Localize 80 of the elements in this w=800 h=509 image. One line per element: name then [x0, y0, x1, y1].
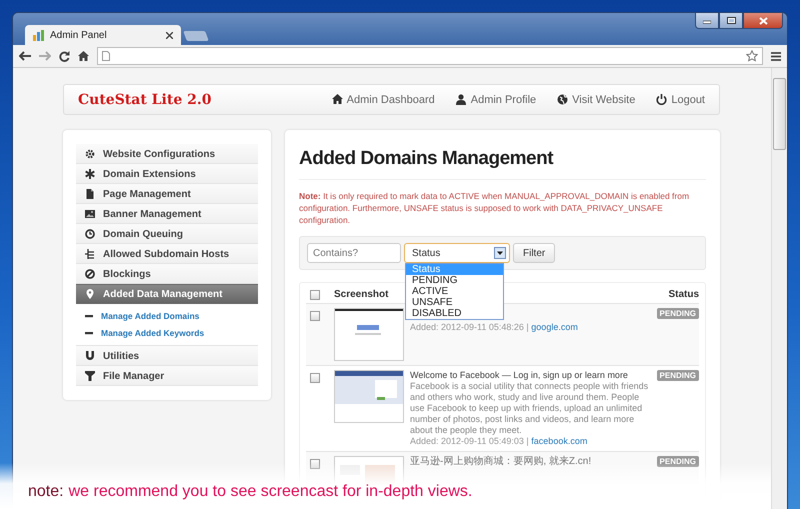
menu-icon [771, 52, 781, 60]
power-icon [656, 94, 668, 105]
dropdown-option[interactable]: PENDING [406, 275, 503, 286]
sidebar-item[interactable]: Page Management [76, 184, 258, 204]
filter-icon [85, 371, 95, 381]
menu-button[interactable] [771, 52, 781, 60]
sidebar-item[interactable]: Domain Extensions [76, 164, 258, 184]
added-date: Added: 2012-09-11 05:49:03 | [410, 436, 529, 446]
back-button[interactable] [19, 51, 31, 61]
filter-button[interactable]: Filter [513, 243, 556, 263]
close-icon [758, 16, 768, 24]
browser-tab[interactable]: Admin Panel [25, 25, 181, 45]
reload-icon [59, 50, 70, 62]
status-badge: PENDING [656, 370, 699, 381]
note-label: note: [28, 483, 64, 501]
close-button[interactable] [743, 13, 783, 29]
page-icon [102, 51, 110, 61]
gear-icon [85, 149, 95, 159]
map-marker-icon [85, 289, 95, 299]
domain-title: Welcome to Facebook — Log in, sign up or learn more [410, 370, 629, 381]
brand-logo[interactable]: CuteStat Lite 2.0 [78, 92, 311, 108]
status-badge: PENDING [656, 308, 699, 319]
sidebar-item[interactable]: Blockings [76, 264, 258, 284]
nav-link[interactable]: Admin Dashboard [332, 94, 435, 106]
sidebar-item[interactable]: File Manager [76, 366, 258, 386]
dropdown-option[interactable]: UNSAFE [406, 297, 503, 308]
dropdown-option[interactable]: DISABLED [406, 308, 503, 319]
note-text: we recommend you to see screencast for in-depth views. [68, 483, 472, 501]
home-button[interactable] [78, 51, 89, 61]
status-badge: PENDING [656, 456, 699, 467]
note-text: Note: It is only required to mark data to ACTIVE when MANUAL_APPROVAL_DOMAIN is enabled from configuration. Furthermore, UNSAFE status is supposed to work with DATA_PRIVACY_UNSAFE configuration. [299, 190, 690, 226]
minimize-icon [703, 18, 711, 24]
nav-link[interactable]: Admin Profile [456, 94, 536, 106]
sidebar-item[interactable]: Added Data Management [76, 284, 258, 304]
sidebar-subitem[interactable]: Manage Added Keywords [76, 324, 258, 341]
ban-icon [85, 269, 95, 279]
added-date: Added: 2012-09-11 05:48:26 | [410, 322, 529, 332]
search-field[interactable]: Contains? [307, 243, 401, 263]
maximize-button[interactable] [719, 13, 743, 29]
user-icon [456, 94, 467, 105]
select-all-checkbox[interactable] [310, 290, 320, 300]
sidebar-subitem[interactable]: Manage Added Domains [76, 307, 258, 324]
nav-link[interactable]: Logout [656, 94, 705, 106]
file-icon [85, 189, 95, 199]
sidebar-item[interactable]: Website Configurations [76, 144, 258, 164]
scrollbar[interactable] [771, 68, 787, 509]
webpage-thumbnail [334, 370, 404, 423]
sidebar-item[interactable]: Banner Management [76, 204, 258, 224]
star-icon[interactable] [746, 50, 758, 62]
domain-description: Facebook is a social utility that connects people with friends and others who work, study and live around them. People use Facebook to keep up with friends, upload an unlimited number of photos, post links and videos, and learn more about the people they meet. [410, 381, 649, 436]
home-icon [332, 94, 343, 105]
minimize-button[interactable] [695, 13, 719, 29]
sidebar-item[interactable]: Utilities [76, 346, 258, 366]
globe-icon [557, 94, 568, 105]
home-icon [78, 51, 89, 61]
new-tab-button[interactable] [183, 31, 209, 41]
close-icon[interactable] [166, 32, 173, 38]
magnet-icon [85, 351, 95, 361]
page-title: Added Domains Management [299, 144, 706, 180]
maximize-icon [726, 17, 736, 24]
back-arrow-icon [19, 51, 31, 61]
clock-icon [85, 229, 95, 239]
column-header: Screenshot [334, 289, 390, 300]
row-checkbox[interactable] [310, 459, 320, 469]
nav-link[interactable]: Visit Website [557, 94, 636, 106]
domain-link[interactable]: facebook.com [531, 436, 588, 446]
column-header: Status [667, 289, 699, 300]
domain-title: 亚马逊-网上购物商城：要网购, 就来Z.cn! [410, 456, 592, 467]
sidebar-item[interactable]: Allowed Subdomain Hosts [76, 244, 258, 264]
image-icon [85, 209, 95, 219]
forward-arrow-icon [39, 51, 51, 61]
sidebar-item[interactable]: Domain Queuing [76, 224, 258, 244]
chart-icon [33, 30, 44, 40]
dropdown-option[interactable]: ACTIVE [406, 286, 503, 297]
row-checkbox[interactable] [310, 311, 320, 321]
row-checkbox[interactable] [310, 373, 320, 383]
domain-link[interactable]: google.com [531, 322, 578, 332]
sitemap-icon [85, 249, 95, 259]
asterisk-icon [85, 169, 95, 179]
reload-button[interactable] [59, 50, 70, 62]
